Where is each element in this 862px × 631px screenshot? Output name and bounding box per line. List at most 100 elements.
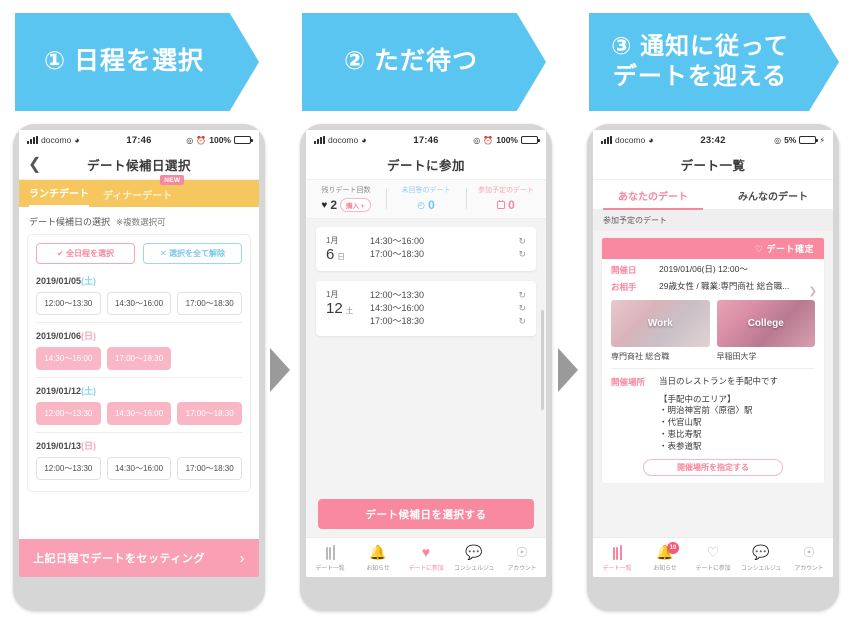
account-icon: ☉ xyxy=(802,544,816,560)
bottom-nav-account[interactable]: ☉ アカウント xyxy=(785,544,833,572)
select-candidate-dates-button[interactable]: デート候補日を選択する xyxy=(318,499,534,529)
flow-arrow-1-icon xyxy=(270,348,290,392)
back-chevron-icon[interactable]: ❮ xyxy=(28,156,41,173)
cutlery-icon xyxy=(306,544,354,561)
nav-bar: ❮ デート候補日選択 xyxy=(19,150,259,180)
detail-key: お相手 xyxy=(611,282,637,292)
stat-label: 未回答のデート xyxy=(401,187,451,194)
purchase-button[interactable]: 購入 + xyxy=(340,198,371,212)
date-text: 2019/01/13 xyxy=(36,441,82,451)
carrier-label: docomo xyxy=(41,135,72,145)
signal-bars-icon xyxy=(601,136,612,144)
location-icon: ◎ xyxy=(774,135,782,145)
detail-key: 開催場所 xyxy=(611,377,646,387)
area-heading: 【手配中のエリア】 xyxy=(659,394,736,404)
tab-lunch-date-label: ランチデート xyxy=(29,189,89,200)
nav-bar: デート一覧 xyxy=(593,150,833,180)
bell-icon: 🔔 xyxy=(369,544,387,560)
detail-value: 2019/01/06(日) 12:00〜 xyxy=(659,264,748,274)
tab-dinner-date-label: ディナーデート xyxy=(103,191,173,202)
bottom-nav-notifications[interactable]: 🔔 10 お知らせ xyxy=(641,541,689,572)
date-entry-card[interactable]: 1月 6 日 14:30〜16:00 17:00〜18:30 ↻ ↻ xyxy=(316,227,536,271)
detail-row-event-date: 開催日 2019/01/06(日) 12:00〜 xyxy=(602,259,824,276)
tab-dinner-date[interactable]: ディナーデート NEW xyxy=(103,175,185,207)
time-slot[interactable]: 17:00〜18:30 xyxy=(177,402,243,425)
card-times: 12:00〜13:30 14:30〜16:00 17:00〜18:30 xyxy=(370,289,518,328)
photo-captions: 専門商社 総合職 早稲田大学 xyxy=(602,347,824,368)
bottom-nav-date-list[interactable]: デート一覧 xyxy=(593,544,641,572)
setting-date-button[interactable]: 上記日程でデートをセッティング › xyxy=(19,539,259,577)
pending-icon: ↻ xyxy=(518,249,526,260)
screen-join-date: docomo ◕ 17:46 ◎ ⏰ 100% デートに参加 残りデート回数 ♥… xyxy=(306,130,546,577)
status-bar: docomo ◕ 17:46 ◎ ⏰ 100% xyxy=(19,130,259,150)
specify-venue-button[interactable]: 開催場所を指定する xyxy=(643,458,783,476)
status-bar: docomo ◕ 23:42 ◎ 5% ⚡ xyxy=(593,130,833,150)
bottom-nav-concierge[interactable]: 💬 コンシェルジュ xyxy=(450,544,498,572)
bottom-nav-account[interactable]: ☉ アカウント xyxy=(498,544,546,572)
bottom-nav-label: お知らせ xyxy=(653,565,677,572)
time-slot[interactable]: 14:30〜16:00 xyxy=(36,347,101,370)
photo-work[interactable]: Work xyxy=(611,300,710,347)
new-badge: NEW xyxy=(160,175,185,185)
photo-work-label: Work xyxy=(647,318,673,329)
bottom-nav-label: コンシェルジュ xyxy=(453,565,495,572)
battery-icon xyxy=(521,136,540,144)
alarm-icon: ⏰ xyxy=(483,135,494,145)
slot-row: 12:00〜13:30 14:30〜16:00 17:00〜18:30 xyxy=(36,402,243,425)
bottom-nav-label: デート一覧 xyxy=(602,565,632,572)
select-all-button[interactable]: ✔ 全日程を選択 xyxy=(36,243,135,264)
chat-icon: 💬 xyxy=(465,544,483,560)
divider xyxy=(36,377,242,378)
date-entry-card[interactable]: 1月 12 土 12:00〜13:30 14:30〜16:00 17:00〜18… xyxy=(316,281,536,337)
bottom-nav-join-date[interactable]: ♡ デートに参加 xyxy=(689,544,737,572)
date-dow: (土) xyxy=(81,276,97,286)
time-slot[interactable]: 17:00〜18:30 xyxy=(177,457,243,480)
time-slot[interactable]: 14:30〜16:00 xyxy=(106,292,172,315)
detail-row-partner[interactable]: お相手 29歳女性 / 職業:専門商社 総合職... ❯ xyxy=(602,276,824,297)
location-icon: ◎ xyxy=(473,135,481,145)
stat-scheduled-dates: 参加予定のデート 0 xyxy=(466,185,546,212)
time-slot[interactable]: 12:00〜13:30 xyxy=(36,457,101,480)
stat-value-row: ◴ 0 xyxy=(386,198,466,212)
tab-lunch-date[interactable]: ランチデート xyxy=(29,185,89,207)
status-bar: docomo ◕ 17:46 ◎ ⏰ 100% xyxy=(306,130,546,150)
tab-everyones-dates[interactable]: みんなのデート xyxy=(713,180,833,209)
step-banner-3-line2: デートを迎える xyxy=(612,63,788,90)
date-text: 2019/01/06 xyxy=(36,331,82,341)
battery-percent: 100% xyxy=(209,135,231,145)
time-slot[interactable]: 17:00〜18:30 xyxy=(177,292,243,315)
time-slot[interactable]: 14:30〜16:00 xyxy=(106,402,172,425)
tab-your-dates[interactable]: あなたのデート xyxy=(593,180,713,210)
bottom-nav-label: コンシェルジュ xyxy=(740,565,782,572)
date-text: 2019/01/05 xyxy=(36,276,82,286)
stat-value: 0 xyxy=(508,198,515,212)
bottom-nav-date-list[interactable]: デート一覧 xyxy=(306,544,354,572)
photo-college[interactable]: College xyxy=(716,300,815,347)
clear-all-button[interactable]: ✕ 選択を全て解除 xyxy=(143,243,242,264)
screen-date-list: docomo ◕ 23:42 ◎ 5% ⚡ デート一覧 あなたのデート みんなの… xyxy=(593,130,833,577)
time-slot[interactable]: 17:00〜18:30 xyxy=(106,347,172,370)
scrollbar[interactable] xyxy=(541,310,544,410)
card-time: 17:00〜18:30 xyxy=(370,316,425,327)
step-banner-3-label: ③ 通知に従って デートを迎える xyxy=(611,32,789,92)
card-status-icons: ↻ ↻ xyxy=(518,235,526,261)
date-candidate-card: ✔ 全日程を選択 ✕ 選択を全て解除 2019/01/05(土) 12:00〜1… xyxy=(27,234,251,492)
stat-remaining-dates: 残りデート回数 ♥ 2 購入 + xyxy=(306,185,386,212)
time-slot[interactable]: 14:30〜16:00 xyxy=(106,457,172,480)
bottom-nav-join-date[interactable]: ♥ デートに参加 xyxy=(402,544,450,572)
date-confirmed-banner: ♡ デート確定 xyxy=(602,238,824,259)
photo-caption-work: 専門商社 総合職 xyxy=(611,352,670,361)
heart-outline-icon: ♡ xyxy=(706,544,720,560)
date-detail-card[interactable]: ♡ デート確定 開催日 2019/01/06(日) 12:00〜 お相手 29歳… xyxy=(601,237,825,484)
bottom-nav-concierge[interactable]: 💬 コンシェルジュ xyxy=(737,544,785,572)
date-text: 2019/01/12 xyxy=(36,386,82,396)
bottom-nav-notifications[interactable]: 🔔 お知らせ xyxy=(354,544,402,572)
stat-label: 残りデート回数 xyxy=(321,187,371,194)
step-banner-3: ③ 通知に従って デートを迎える xyxy=(589,13,839,111)
calendar-icon xyxy=(497,199,506,209)
pending-icon: ↻ xyxy=(518,290,526,300)
time-slot[interactable]: 12:00〜13:30 xyxy=(36,292,101,315)
slot-row: 14:30〜16:00 17:00〜18:30 xyxy=(36,347,242,370)
bottom-nav-label: アカウント xyxy=(794,565,824,572)
time-slot[interactable]: 12:00〜13:30 xyxy=(36,402,101,425)
